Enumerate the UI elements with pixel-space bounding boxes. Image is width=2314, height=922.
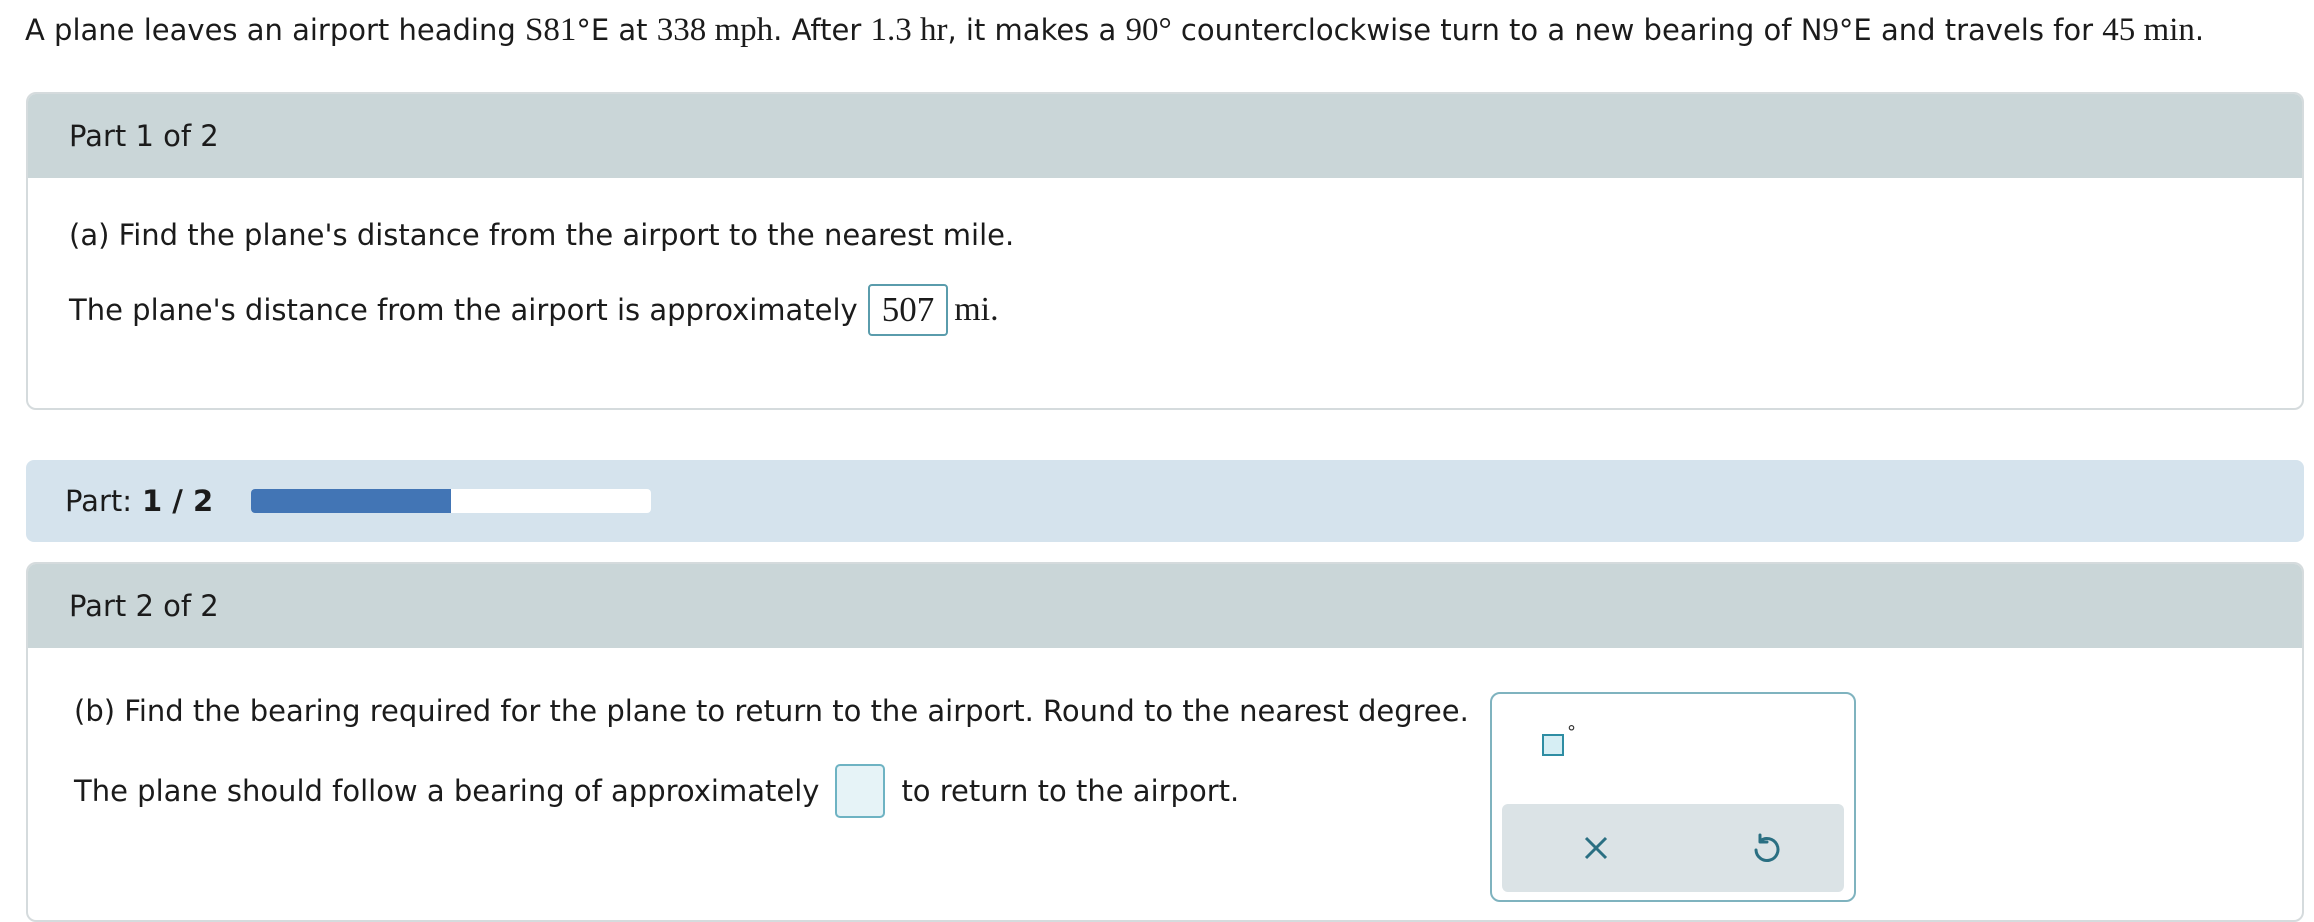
part1-answer-field[interactable]: 507 bbox=[867, 284, 949, 336]
degree-symbol: ° bbox=[1567, 722, 1576, 743]
close-icon bbox=[1584, 836, 1608, 860]
part1-header: Part 1 of 2 bbox=[28, 94, 2302, 178]
part2-answer-prefix: The plane should follow a bearing of app… bbox=[74, 774, 820, 808]
part2-answer-input[interactable] bbox=[835, 764, 886, 818]
progress-label: Part: bbox=[65, 484, 133, 518]
undo-button[interactable] bbox=[1742, 824, 1790, 872]
progress-value: 1 / 2 bbox=[142, 484, 214, 518]
degree-template-button[interactable]: ° bbox=[1542, 722, 1582, 766]
progress-band: Part: 1 / 2 bbox=[26, 460, 2304, 542]
progress-bar-fill bbox=[251, 489, 452, 513]
palette-action-tray bbox=[1502, 804, 1844, 892]
part1-answer-unit: mi. bbox=[954, 291, 999, 328]
progress-bar bbox=[251, 489, 652, 513]
part1-answer-row: The plane's distance from the airport is… bbox=[69, 284, 999, 336]
part1-question: (a) Find the plane's distance from the a… bbox=[69, 218, 1015, 252]
square-placeholder-icon bbox=[1542, 734, 1564, 756]
part2-header: Part 2 of 2 bbox=[28, 564, 2302, 648]
clear-button[interactable] bbox=[1572, 824, 1620, 872]
part1-answer-prefix: The plane's distance from the airport is… bbox=[69, 293, 858, 327]
math-palette: ° bbox=[1490, 692, 1856, 902]
part2-answer-suffix: to return to the airport. bbox=[901, 774, 1240, 808]
problem-statement: A plane leaves an airport heading S81°E … bbox=[25, 12, 2205, 48]
part2-question: (b) Find the bearing required for the pl… bbox=[74, 694, 1469, 728]
part2-card: Part 2 of 2 (b) Find the bearing require… bbox=[26, 562, 2304, 922]
undo-icon bbox=[1754, 833, 1780, 862]
part2-answer-row: The plane should follow a bearing of app… bbox=[74, 764, 1239, 818]
part1-card: Part 1 of 2 (a) Find the plane's distanc… bbox=[26, 92, 2304, 410]
